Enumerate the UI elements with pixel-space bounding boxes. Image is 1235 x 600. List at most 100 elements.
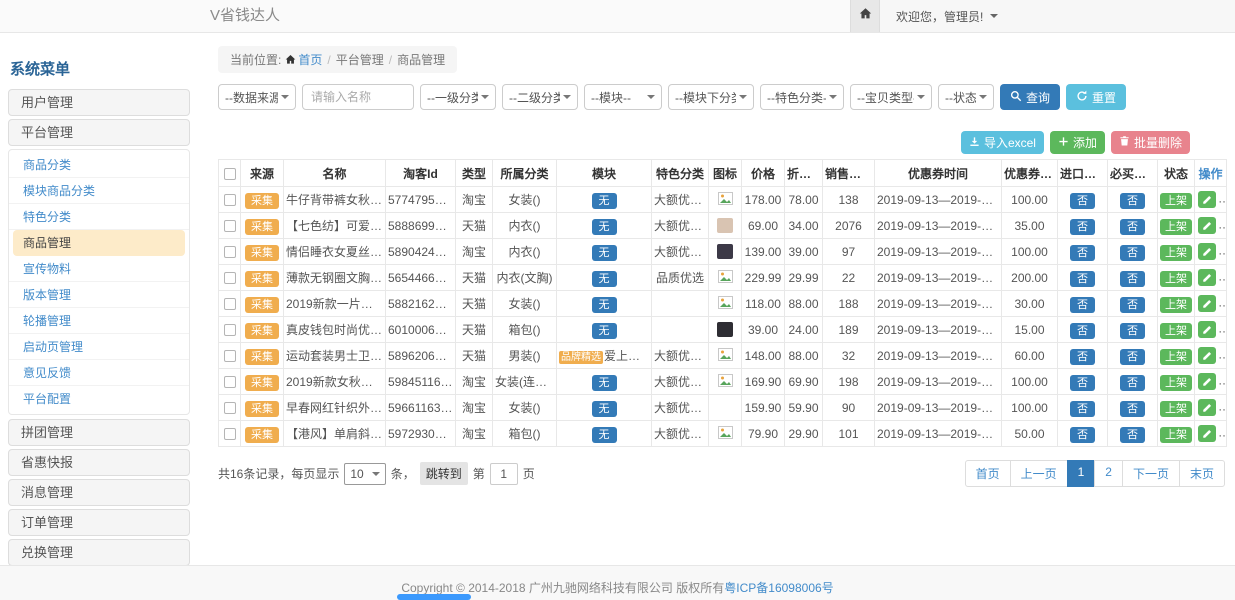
filter-select-module[interactable]: --模块--	[584, 84, 662, 110]
status-button[interactable]: 上架	[1160, 297, 1192, 313]
page-button[interactable]: 下一页	[1122, 460, 1180, 487]
must-buy-toggle[interactable]: 否	[1120, 427, 1145, 443]
sidebar-item-platform-config[interactable]: 平台配置	[9, 386, 189, 412]
page-button[interactable]: 上一页	[1010, 460, 1068, 487]
sidebar-section-users[interactable]: 用户管理	[8, 89, 190, 116]
row-checkbox[interactable]	[224, 428, 236, 440]
sidebar-section-orders[interactable]: 订单管理	[8, 509, 190, 536]
user-menu[interactable]: 欢迎您，管理员!	[880, 0, 1014, 32]
row-checkbox[interactable]	[224, 376, 236, 388]
chevron-down-icon	[481, 95, 489, 99]
sidebar-item-module-goods-category[interactable]: 模块商品分类	[9, 178, 189, 204]
status-button[interactable]: 上架	[1160, 245, 1192, 261]
row-checkbox[interactable]	[224, 220, 236, 232]
filter-select-feature-category[interactable]: --特色分类--	[760, 84, 844, 110]
status-button[interactable]: 上架	[1160, 193, 1192, 209]
reset-button[interactable]: 重置	[1066, 84, 1126, 110]
filter-select-data-source[interactable]: --数据来源--	[218, 84, 296, 110]
must-buy-toggle[interactable]: 否	[1120, 323, 1145, 339]
sidebar-item-carousel-management[interactable]: 轮播管理	[9, 308, 189, 334]
filter-select-level2-category[interactable]: --二级分类--	[502, 84, 578, 110]
status-button[interactable]: 上架	[1160, 427, 1192, 443]
page-button[interactable]: 2	[1094, 460, 1123, 487]
sidebar-item-feedback[interactable]: 意见反馈	[9, 360, 189, 386]
sidebar-item-splash-management[interactable]: 启动页管理	[9, 334, 189, 360]
page-button[interactable]: 末页	[1179, 460, 1225, 487]
import-pick-toggle[interactable]: 否	[1070, 219, 1095, 235]
import-pick-toggle[interactable]: 否	[1070, 349, 1095, 365]
name-search-input[interactable]	[302, 84, 414, 110]
import-pick-toggle[interactable]: 否	[1070, 297, 1095, 313]
sidebar-section-savings-news[interactable]: 省惠快报	[8, 449, 190, 476]
must-buy-toggle[interactable]: 否	[1120, 245, 1145, 261]
must-buy-toggle[interactable]: 否	[1120, 297, 1145, 313]
import-pick-toggle[interactable]: 否	[1070, 323, 1095, 339]
row-checkbox[interactable]	[224, 272, 236, 284]
status-button[interactable]: 上架	[1160, 375, 1192, 391]
horizontal-scrollbar-thumb[interactable]	[397, 594, 471, 600]
add-button[interactable]: 添加	[1050, 131, 1105, 154]
jump-button[interactable]: 跳转到	[420, 462, 468, 485]
edit-button[interactable]	[1198, 217, 1216, 234]
select-all-checkbox[interactable]	[224, 168, 236, 180]
status-button[interactable]: 上架	[1160, 401, 1192, 417]
edit-button[interactable]	[1198, 295, 1216, 312]
batch-delete-button[interactable]: 批量删除	[1111, 131, 1190, 154]
edit-button[interactable]	[1198, 191, 1216, 208]
edit-button[interactable]	[1198, 321, 1216, 338]
must-buy-toggle[interactable]: 否	[1120, 349, 1145, 365]
edit-button[interactable]	[1198, 347, 1216, 364]
filter-select-level1-category[interactable]: --一级分类--	[420, 84, 496, 110]
import-pick-toggle[interactable]: 否	[1070, 375, 1095, 391]
checkbox-cell	[219, 421, 241, 447]
sidebar-section-platform[interactable]: 平台管理	[8, 119, 190, 146]
page-number-input[interactable]	[490, 463, 518, 485]
row-checkbox[interactable]	[224, 194, 236, 206]
filter-select-item-type[interactable]: --宝贝类型--	[850, 84, 932, 110]
row-checkbox[interactable]	[224, 350, 236, 362]
import-pick-toggle[interactable]: 否	[1070, 271, 1095, 287]
sidebar-item-goods-category[interactable]: 商品分类	[9, 152, 189, 178]
page-button[interactable]: 首页	[965, 460, 1011, 487]
must-buy-toggle[interactable]: 否	[1120, 193, 1145, 209]
edit-button[interactable]	[1198, 425, 1216, 442]
breadcrumb-platform[interactable]: 平台管理	[336, 53, 384, 67]
sidebar-item-feature-category[interactable]: 特色分类	[9, 204, 189, 230]
filter-select-module-subcategory[interactable]: --模块下分类--	[668, 84, 754, 110]
page-button[interactable]: 1	[1067, 460, 1096, 487]
breadcrumb-home-link[interactable]: 首页	[298, 53, 322, 67]
status-button[interactable]: 上架	[1160, 349, 1192, 365]
import-pick-toggle[interactable]: 否	[1070, 427, 1095, 443]
import-pick-toggle[interactable]: 否	[1070, 245, 1095, 261]
home-button[interactable]	[850, 0, 880, 32]
sidebar-item-version-management[interactable]: 版本管理	[9, 282, 189, 308]
import-pick-toggle[interactable]: 否	[1070, 193, 1095, 209]
edit-button[interactable]	[1198, 269, 1216, 286]
must-buy-toggle[interactable]: 否	[1120, 219, 1145, 235]
must-buy-toggle[interactable]: 否	[1120, 375, 1145, 391]
edit-button[interactable]	[1198, 399, 1216, 416]
sidebar-section-exchange[interactable]: 兑换管理	[8, 539, 190, 566]
status-button[interactable]: 上架	[1160, 323, 1192, 339]
import-excel-button[interactable]: 导入excel	[961, 131, 1044, 154]
row-checkbox[interactable]	[224, 402, 236, 414]
sidebar-section-messages[interactable]: 消息管理	[8, 479, 190, 506]
row-checkbox[interactable]	[224, 246, 236, 258]
sidebar-item-promo-material[interactable]: 宣传物料	[9, 256, 189, 282]
per-page-select[interactable]: 10	[344, 463, 385, 485]
must-buy-toggle[interactable]: 否	[1120, 401, 1145, 417]
status-button[interactable]: 上架	[1160, 271, 1192, 287]
edit-button[interactable]	[1198, 373, 1216, 390]
sidebar-section-group-buy[interactable]: 拼团管理	[8, 419, 190, 446]
row-checkbox[interactable]	[224, 324, 236, 336]
icp-link[interactable]: 粤ICP备16098006号	[724, 581, 833, 595]
status-button[interactable]: 上架	[1160, 219, 1192, 235]
taoke-id: 589620659791	[386, 343, 456, 369]
row-checkbox[interactable]	[224, 298, 236, 310]
edit-button[interactable]	[1198, 243, 1216, 260]
must-buy-toggle[interactable]: 否	[1120, 271, 1145, 287]
sidebar-item-goods-management[interactable]: 商品管理	[13, 230, 185, 256]
filter-select-status[interactable]: --状态--	[938, 84, 994, 110]
import-pick-toggle[interactable]: 否	[1070, 401, 1095, 417]
query-button[interactable]: 查询	[1000, 84, 1060, 110]
